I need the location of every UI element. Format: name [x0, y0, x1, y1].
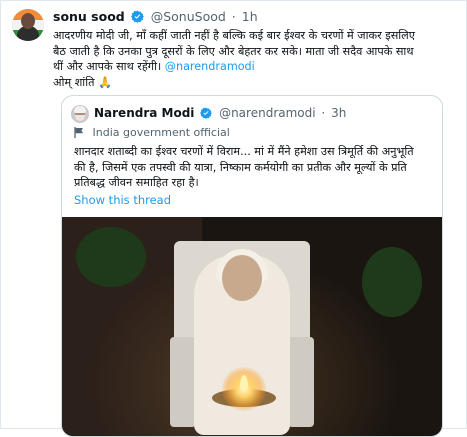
quoted-tweet-header: Narendra Modi @narendramodi · 3h [94, 106, 346, 122]
photo-chair-arm [288, 337, 314, 427]
quoted-author-handle[interactable]: @narendramodi [219, 106, 316, 120]
author-name[interactable]: sonu sood [53, 9, 125, 24]
tweet-text-line: थीं और आपके साथ रहेंगी। @narendramodi [53, 59, 448, 75]
verified-badge-icon [200, 107, 213, 122]
tweet-time[interactable]: 1h [242, 9, 258, 24]
quoted-tweet-time[interactable]: 3h [331, 106, 346, 120]
tweet-card[interactable]: sonu sood @SonuSood · 1h आदरणीय मोदी जी,… [0, 0, 467, 437]
quoted-text-line: प्रतिबद्ध जीवन समाहित रहा है। [74, 176, 199, 189]
author-avatar[interactable] [12, 9, 44, 41]
verified-badge-icon [130, 10, 144, 26]
quoted-author-name[interactable]: Narendra Modi [94, 106, 194, 120]
tweet-header: sonu sood @SonuSood · 1h [53, 9, 258, 27]
quoted-tweet-text: शानदार शताब्दी का ईश्वर चरणों में विराम.… [74, 144, 434, 191]
tweet-text: आदरणीय मोदी जी, माँ कहीं जाती नहीं है बल… [53, 28, 448, 90]
photo-chair-arm [170, 337, 196, 427]
tweet-text-line: बैठ जाती है कि उनका पुत्र दूसरों के लिए … [53, 44, 414, 58]
photo-face [222, 255, 262, 301]
show-thread-link[interactable]: Show this thread [74, 193, 171, 207]
flag-icon [74, 127, 83, 138]
quoted-text-line: की है, जिसमें एक तपस्वी की यात्रा, निष्क… [74, 160, 407, 174]
author-handle[interactable]: @SonuSood [151, 9, 226, 24]
separator-dot: · [231, 9, 236, 24]
quoted-author-avatar[interactable] [71, 105, 89, 123]
mention-link[interactable]: @narendramodi [165, 60, 255, 73]
separator-dot: · [321, 106, 326, 120]
government-official-label: India government official [74, 126, 230, 139]
photo-lamp-flame [240, 375, 248, 391]
quoted-text-line: शानदार शताब्दी का ईश्वर चरणों में विराम.… [74, 145, 414, 158]
tweet-text-fragment: थीं और आपके साथ रहेंगी। [53, 60, 162, 73]
tweet-text-line: ओम् शांति 🙏 [53, 75, 112, 89]
government-label-text: India government official [92, 126, 230, 139]
quoted-tweet-photo[interactable] [62, 217, 442, 436]
quoted-tweet[interactable]: Narendra Modi @narendramodi · 3h India g… [61, 95, 443, 437]
tweet-text-line: आदरणीय मोदी जी, माँ कहीं जाती नहीं है बल… [53, 29, 415, 42]
